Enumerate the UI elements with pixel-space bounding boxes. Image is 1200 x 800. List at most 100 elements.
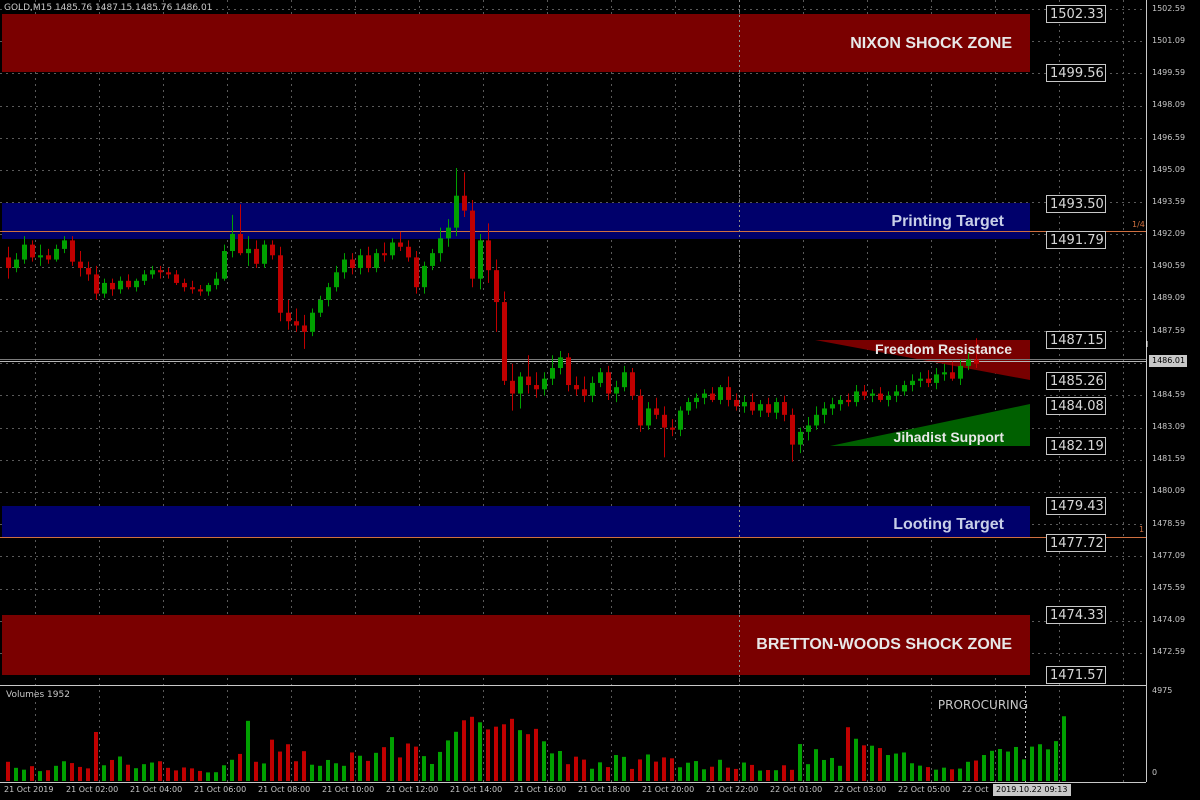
price-tag-bretton-top[interactable]: 1474.33 — [1046, 606, 1106, 624]
candle-bearish — [302, 325, 307, 332]
volume-bar — [702, 769, 706, 781]
volume-bar — [774, 770, 778, 781]
volume-bar — [462, 720, 466, 781]
candle-bullish — [102, 282, 107, 294]
price-tag-nixon-top[interactable]: 1502.33 — [1046, 5, 1106, 23]
volume-bar — [974, 760, 978, 781]
looting-target-label: Looting Target — [893, 516, 1004, 533]
volume-bar — [918, 765, 922, 781]
volume-bar — [342, 765, 346, 781]
candle-bullish — [718, 387, 723, 400]
candle-bullish — [686, 402, 691, 411]
candle-bearish — [94, 274, 99, 294]
price-axis-label: 1475.59 — [1152, 583, 1186, 592]
candle-bullish — [966, 359, 971, 366]
volume-bar — [902, 752, 906, 781]
time-axis-label: 21 Oct 08:00 — [258, 785, 311, 794]
volume-bar — [246, 720, 250, 781]
volume-bar — [990, 750, 994, 781]
price-tag-bretton-bottom[interactable]: 1471.57 — [1046, 666, 1106, 684]
price-tag-printing-top[interactable]: 1493.50 — [1046, 195, 1106, 213]
price-axis-label: 1501.09 — [1152, 36, 1186, 45]
price-tag-jihadist-top[interactable]: 1484.08 — [1046, 397, 1106, 415]
volume-bar — [926, 767, 930, 781]
candle-bearish — [366, 255, 371, 269]
volume-bar — [582, 759, 586, 781]
price-axis-label: 1480.09 — [1152, 486, 1186, 495]
time-axis-label: 21 Oct 18:00 — [578, 785, 631, 794]
candle-bullish — [910, 380, 915, 386]
volume-bar — [294, 761, 298, 781]
candle-bullish — [214, 278, 219, 286]
price-tag-freedom-top[interactable]: 1487.15 — [1046, 331, 1106, 349]
price-axis-label: 1472.59 — [1152, 647, 1186, 656]
volume-bar — [302, 751, 306, 781]
candle-bearish — [86, 268, 91, 275]
candle-bearish — [462, 195, 467, 211]
candle-bullish — [262, 244, 267, 264]
bretton-woods-zone-label: BRETTON-WOODS SHOCK ZONE — [756, 636, 1012, 653]
volume-bar — [110, 759, 114, 781]
volume-bar — [358, 755, 362, 781]
price-tag-jihadist-bottom[interactable]: 1482.19 — [1046, 437, 1106, 455]
price-tag-looting-bottom[interactable]: 1477.72 — [1046, 534, 1106, 552]
candle-bullish — [14, 259, 19, 269]
volume-bar — [558, 751, 562, 781]
candle-bearish — [190, 287, 195, 290]
candle-bullish — [390, 242, 395, 256]
candle-bearish — [494, 270, 499, 303]
volume-bar — [222, 765, 226, 781]
price-tag-printing-bottom[interactable]: 1491.79 — [1046, 231, 1106, 249]
volume-bar — [142, 764, 146, 781]
candle-bearish — [766, 404, 771, 413]
candle-bullish — [958, 365, 963, 379]
chart-window[interactable]: GOLD,M15 1485.76 1487.15 1485.76 1486.01… — [0, 0, 1200, 800]
volume-bar — [182, 767, 186, 781]
price-chart[interactable] — [0, 0, 1200, 800]
volume-bar — [742, 762, 746, 781]
price-axis-label: 1484.59 — [1152, 390, 1186, 399]
volume-bar — [942, 767, 946, 781]
time-axis-label: 21 Oct 2019 — [4, 785, 54, 794]
volume-bar — [750, 764, 754, 781]
price-axis-label: 1490.59 — [1152, 261, 1186, 270]
time-axis-label: 22 Oct 01:00 — [770, 785, 823, 794]
candle-bullish — [558, 357, 563, 369]
volume-watermark: PROROCURING — [937, 698, 1028, 712]
candle-bullish — [550, 368, 555, 379]
fib-one-label: 1 — [1139, 525, 1145, 534]
candle-bullish — [422, 265, 427, 288]
volume-bar — [254, 761, 258, 781]
price-axis-label: 1481.59 — [1152, 454, 1186, 463]
volume-bar — [782, 765, 786, 781]
candle-bullish — [886, 395, 891, 400]
price-tag-nixon-bottom[interactable]: 1499.56 — [1046, 64, 1106, 82]
volume-bar — [878, 748, 882, 781]
time-axis-label: 21 Oct 10:00 — [322, 785, 375, 794]
candle-bullish — [222, 251, 227, 279]
candle-bearish — [734, 399, 739, 407]
volume-bar — [174, 770, 178, 781]
volume-bar — [510, 718, 514, 781]
price-tag-freedom-bottom[interactable]: 1485.26 — [1046, 372, 1106, 390]
volume-bar — [206, 772, 210, 781]
volume-bar — [846, 727, 850, 781]
candle-bullish — [702, 393, 707, 398]
volume-bar — [366, 760, 370, 781]
volume-bar — [1054, 741, 1058, 781]
candle-bullish — [430, 253, 435, 266]
candle-bearish — [70, 240, 75, 262]
volume-bar — [198, 770, 202, 781]
candle-bearish — [30, 244, 35, 258]
volume-bar — [822, 759, 826, 781]
volume-bar — [310, 764, 314, 781]
candle-bullish — [38, 255, 43, 258]
volume-bar — [886, 755, 890, 781]
candle-bearish — [582, 389, 587, 396]
price-tag-looting-top[interactable]: 1479.43 — [1046, 497, 1106, 515]
volume-bar — [638, 759, 642, 781]
price-axis-label: 1502.59 — [1152, 4, 1186, 13]
candle-bullish — [902, 385, 907, 392]
looting-target-band — [2, 506, 1030, 538]
volume-bar — [230, 759, 234, 781]
